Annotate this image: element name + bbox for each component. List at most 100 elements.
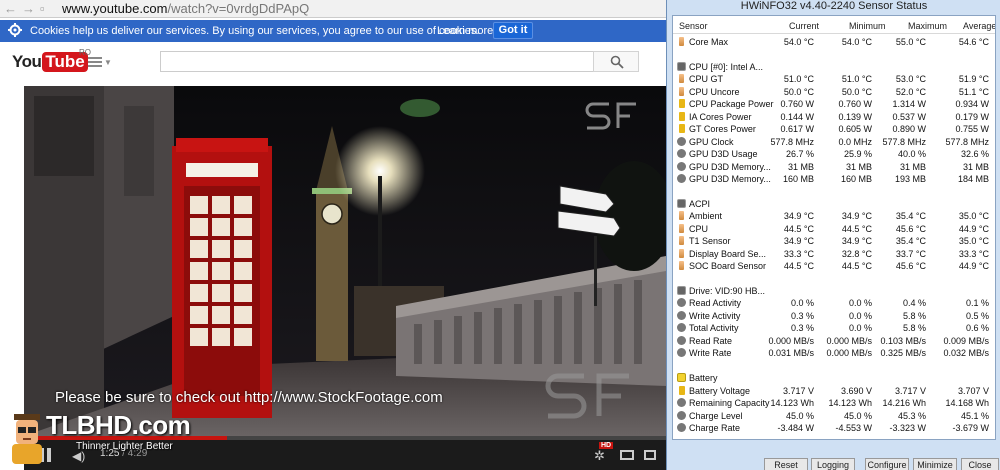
value-min: 14.123 Wh: [828, 398, 872, 409]
address-input[interactable]: www.youtube.com/watch?v=0vrdgDdPApQ: [62, 1, 309, 16]
value-cur: 44.5 °C: [783, 223, 814, 234]
fullscreen-icon[interactable]: [644, 450, 656, 460]
value-avg: 51.9 °C: [958, 74, 989, 85]
sensor-row[interactable]: Read Rate 0.000 MB/s 0.000 MB/s 0.103 MB/s 0…: [673, 335, 995, 348]
sensor-row[interactable]: Write Activity 0.3 % 0.0 % 5.8 % 0.5 %: [673, 310, 995, 323]
column-header-average[interactable]: Average: [963, 21, 995, 31]
gear-icon: [8, 23, 22, 37]
page-icon: ▫: [40, 1, 45, 16]
search-button[interactable]: [593, 51, 639, 72]
minimize-button[interactable]: Minimize: [913, 458, 957, 470]
sensor-row[interactable]: Write Rate 0.031 MB/s 0.000 MB/s 0.325 MB/s…: [673, 347, 995, 360]
url-path: /watch?v=0vrdgDdPApQ: [167, 1, 310, 16]
sensor-row[interactable]: GT Cores Power 0.617 W 0.605 W 0.890 W 0.755…: [673, 123, 995, 136]
logging-button[interactable]: Logging: [811, 458, 855, 470]
value-cur: 0.617 W: [780, 124, 814, 135]
value-cur: 34.9 °C: [783, 236, 814, 247]
column-header-minimum[interactable]: Minimum: [849, 21, 886, 31]
value-avg: 0.1 %: [965, 298, 989, 309]
gauge-icon: [677, 398, 686, 408]
mascot-icon: [12, 414, 42, 464]
close-button[interactable]: Close: [961, 458, 999, 470]
bolt-icon: [679, 385, 685, 395]
sensor-row[interactable]: Core Max 54.0 °C 54.0 °C 55.0 °C 54.6 °C: [673, 36, 995, 49]
value-min: 0.760 W: [838, 99, 872, 110]
learn-more-link[interactable]: Learn more: [437, 25, 493, 37]
sensor-row[interactable]: IA Cores Power 0.144 W 0.139 W 0.537 W 0.179…: [673, 111, 995, 124]
value-cur: 3.717 V: [782, 385, 814, 396]
gauge-icon: [677, 136, 686, 146]
browser-window: ← → ▫ www.youtube.com/watch?v=0vrdgDdPAp…: [0, 0, 666, 470]
column-header-sensor[interactable]: Sensor: [679, 21, 708, 31]
sensor-row[interactable]: CPU 44.5 °C 44.5 °C 45.6 °C 44.9 °C: [673, 223, 995, 236]
value-min: 0.0 MHz: [838, 136, 872, 147]
value-min: 44.5 °C: [841, 261, 872, 272]
value-cur: 33.3 °C: [783, 248, 814, 259]
chip-icon: [677, 61, 686, 71]
value-cur: 0.0 %: [790, 298, 814, 309]
column-header-current[interactable]: Current: [789, 21, 819, 31]
temp-icon: [679, 223, 684, 233]
sensor-row[interactable]: Charge Rate -3.484 W -4.553 W -3.323 W -3.67…: [673, 422, 995, 435]
sensor-row[interactable]: Battery Voltage 3.717 V 3.690 V 3.717 V 3.70…: [673, 385, 995, 398]
sensor-group-row[interactable]: CPU [#0]: Intel A...: [673, 61, 995, 74]
sensor-row[interactable]: SOC Board Sensor 44.5 °C 44.5 °C 45.6 °C 44.…: [673, 260, 995, 273]
value-max: 3.717 V: [894, 385, 926, 396]
screen: ← → ▫ www.youtube.com/watch?v=0vrdgDdPAp…: [0, 0, 1000, 470]
chip-icon: [677, 198, 686, 208]
sensor-row[interactable]: GPU D3D Memory... 31 MB 31 MB 31 MB 31 MB: [673, 161, 995, 174]
sensor-row[interactable]: CPU Uncore 50.0 °C 50.0 °C 52.0 °C 51.1 °C: [673, 86, 995, 99]
sensor-group-row[interactable]: Drive: VID:90 HB...: [673, 285, 995, 298]
search-input[interactable]: [160, 51, 594, 72]
settings-gear-icon[interactable]: ✲: [594, 448, 605, 464]
sensor-row[interactable]: Total Activity 0.3 % 0.0 % 5.8 % 0.6 %: [673, 322, 995, 335]
sensor-group-row[interactable]: ACPI: [673, 198, 995, 211]
theater-mode-icon[interactable]: [620, 450, 634, 460]
sensor-row[interactable]: Read Activity 0.0 % 0.0 % 0.4 % 0.1 %: [673, 297, 995, 310]
youtube-header: You Tube RO ▼: [0, 42, 666, 82]
sensor-row[interactable]: GPU D3D Memory... 160 MB 160 MB 193 MB 184 M…: [673, 173, 995, 186]
value-min: 0.0 %: [848, 298, 872, 309]
value-max: 35.4 °C: [895, 236, 926, 247]
got-it-button[interactable]: Got it: [493, 22, 533, 39]
sensor-row[interactable]: Display Board Se... 33.3 °C 32.8 °C 33.7 °C…: [673, 248, 995, 261]
sensor-row[interactable]: CPU Package Power 0.760 W 0.760 W 1.314 W 0.…: [673, 98, 995, 111]
sensor-table[interactable]: Sensor Current Minimum Maximum Average C…: [672, 15, 996, 440]
value-min: 0.000 MB/s: [826, 335, 872, 346]
sensor-name: T1 Sensor: [689, 236, 731, 247]
sensor-name: Battery Voltage: [689, 385, 751, 396]
value-min: 51.0 °C: [841, 74, 872, 85]
table-header: Sensor Current Minimum Maximum Average: [673, 16, 995, 34]
value-avg: 0.032 MB/s: [943, 348, 989, 359]
chevron-down-icon[interactable]: ▼: [104, 58, 112, 67]
value-min: 31 MB: [845, 161, 872, 172]
sensor-row[interactable]: Charge Level 45.0 % 45.0 % 45.3 % 45.1 %: [673, 410, 995, 423]
temp-icon: [679, 86, 684, 96]
youtube-logo[interactable]: You Tube RO: [12, 48, 91, 74]
sensor-row[interactable]: GPU D3D Usage 26.7 % 25.9 % 40.0 % 32.6 %: [673, 148, 995, 161]
value-max: 5.8 %: [902, 323, 926, 334]
value-cur: 34.9 °C: [783, 211, 814, 222]
sensor-row[interactable]: GPU Clock 577.8 MHz 0.0 MHz 577.8 MHz 577.8 …: [673, 136, 995, 149]
gauge-icon: [677, 149, 686, 159]
value-avg: 31 MB: [962, 161, 989, 172]
sensor-row[interactable]: CPU GT 51.0 °C 51.0 °C 53.0 °C 51.9 °C: [673, 73, 995, 86]
sensor-row[interactable]: Remaining Capacity 14.123 Wh 14.123 Wh 14.2…: [673, 397, 995, 410]
logo-you: You: [12, 52, 42, 71]
guide-menu-icon[interactable]: [88, 57, 102, 67]
value-cur: 0.760 W: [780, 99, 814, 110]
reset-button[interactable]: Reset: [764, 458, 808, 470]
forward-icon[interactable]: →: [22, 1, 35, 16]
sensor-row[interactable]: Ambient 34.9 °C 34.9 °C 35.4 °C 35.0 °C: [673, 210, 995, 223]
chip-icon: [677, 286, 686, 295]
value-min: 45.0 %: [843, 410, 872, 421]
configure-button[interactable]: Configure: [865, 458, 909, 470]
back-icon[interactable]: ←: [4, 1, 17, 16]
sensor-group-row[interactable]: Battery: [673, 372, 995, 385]
value-avg: 0.5 %: [965, 310, 989, 321]
value-cur: 50.0 °C: [783, 86, 814, 97]
column-header-maximum[interactable]: Maximum: [908, 21, 947, 31]
sensor-row[interactable]: T1 Sensor 34.9 °C 34.9 °C 35.4 °C 35.0 °C: [673, 235, 995, 248]
cookie-banner: Cookies help us deliver our services. By…: [0, 20, 666, 42]
value-cur: 54.0 °C: [783, 37, 814, 47]
